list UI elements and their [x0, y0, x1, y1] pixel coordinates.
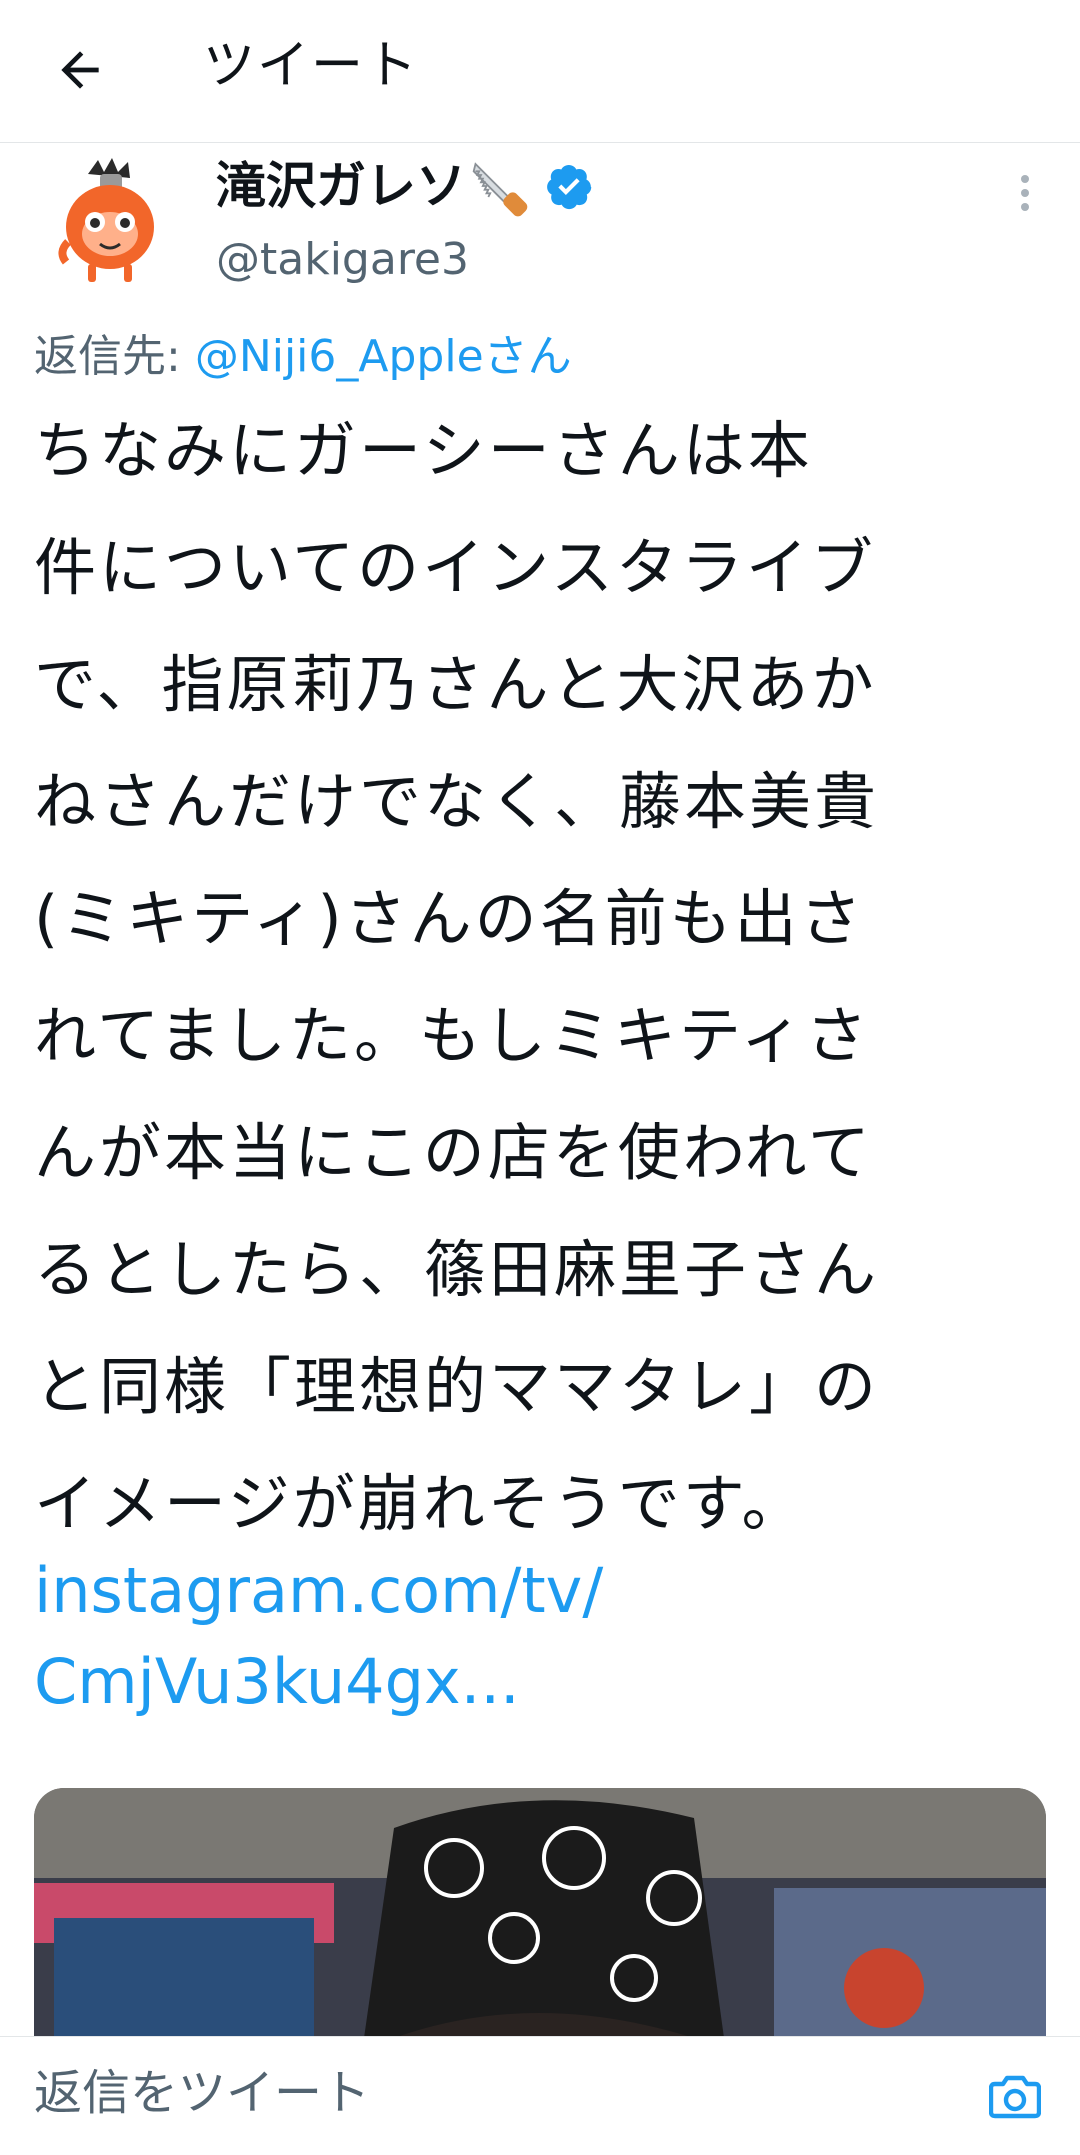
replying-to-label: 返信先:	[34, 331, 195, 382]
media-image	[34, 1788, 1046, 2038]
saw-emoji	[472, 162, 528, 217]
author-display-name: 滝沢ガレソ	[216, 157, 466, 215]
camera-button[interactable]	[980, 2065, 1050, 2129]
replying-to-line: 返信先: @Niji6_Appleさん	[34, 325, 572, 389]
author-handle[interactable]: @takigare3	[216, 228, 469, 292]
reply-mention-link[interactable]: @Niji6_Appleさん	[195, 331, 572, 382]
tweet-detail-screen: ツイート 滝沢ガレソ @takigare3 返信先: @Niji6_Appleさ…	[0, 0, 1080, 2155]
orange-chainsaw-character-avatar	[58, 158, 154, 282]
tweet-body: ちなみにガーシーさんは本 件についてのインスタライブ で、指原莉乃さんと大沢あか…	[34, 414, 880, 1540]
reply-composer-bar: 返信をツイート	[0, 2036, 1080, 2155]
verified-badge-icon	[547, 164, 592, 210]
top-app-bar: ツイート	[0, 0, 1080, 143]
camera-icon	[989, 2075, 1041, 2119]
arrow-left-icon	[61, 51, 99, 89]
avatar[interactable]	[40, 152, 180, 292]
reply-input[interactable]: 返信をツイート	[34, 2061, 370, 2125]
author-name-row[interactable]: 滝沢ガレソ	[216, 150, 594, 222]
page-title: ツイート	[203, 36, 420, 96]
back-button[interactable]	[40, 30, 120, 110]
tweet-link[interactable]: instagram.com/tv/ CmjVu3ku4gx...	[34, 1545, 934, 1727]
more-vertical-icon	[1021, 175, 1029, 211]
more-options-button[interactable]	[1000, 168, 1050, 218]
media-preview[interactable]	[34, 1788, 1046, 2038]
